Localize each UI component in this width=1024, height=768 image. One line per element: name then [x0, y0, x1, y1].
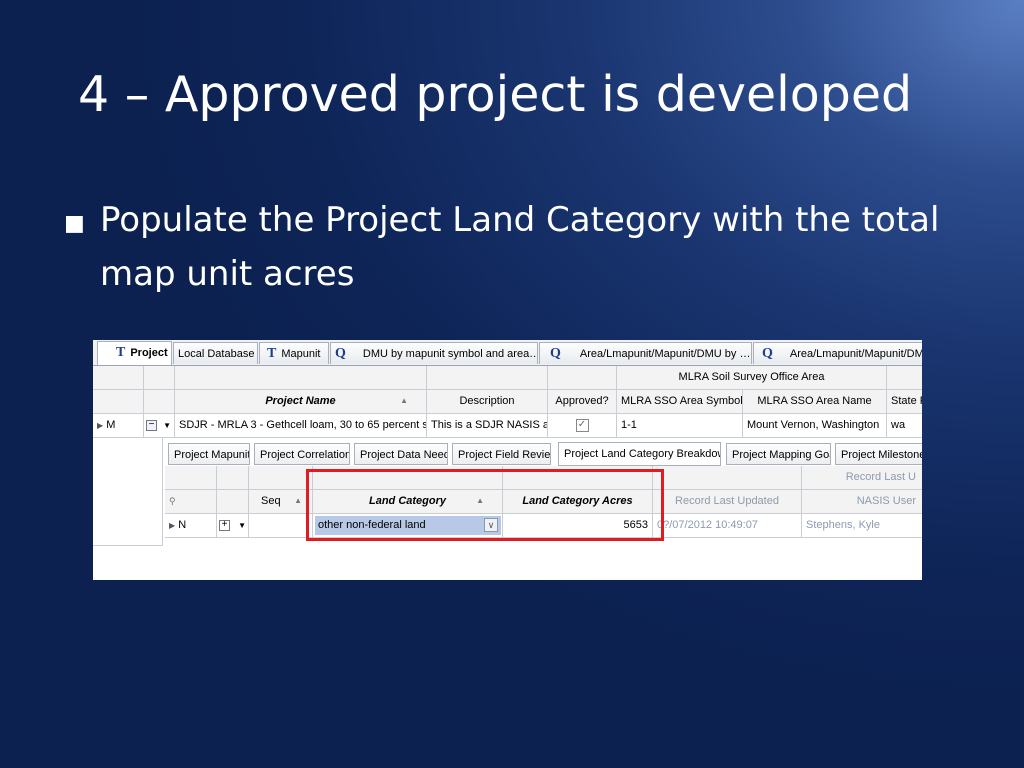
row-header-blank [93, 366, 144, 390]
column-header-state[interactable]: State F [887, 390, 922, 414]
subtab-project-data-need[interactable]: Project Data Need [354, 443, 448, 465]
slide-title: 4 – Approved project is developed [78, 66, 913, 123]
row-indicator-label: N [178, 519, 187, 531]
sort-ascending-icon: ▲ [294, 496, 302, 505]
row-indicator[interactable]: ▶ N [165, 514, 217, 538]
mlra-group-header: MLRA Soil Survey Office Area [617, 366, 887, 390]
tab-label: Area/Lmapunit/Mapunit/DMU [789, 348, 922, 360]
filter-cell[interactable]: ⚲ [165, 490, 217, 514]
subtab-project-mapunit[interactable]: Project Mapunit [168, 443, 250, 465]
subtab-project-correlation[interactable]: Project Correlation [254, 443, 350, 465]
column-header-area-name[interactable]: MLRA SSO Area Name [743, 390, 887, 414]
row-indicator-label: M [106, 419, 116, 431]
row-expander[interactable]: + ▼ [217, 514, 249, 538]
subtab-project-mapping-goal[interactable]: Project Mapping Goal [726, 443, 831, 465]
header-blank [548, 366, 617, 390]
row-header-blank [144, 366, 175, 390]
column-label: Project Name [265, 395, 336, 407]
cell-record-last-updated: 0?/07/2012 10:49:07 [653, 514, 802, 538]
tab-label: Local Database [178, 348, 255, 360]
sort-ascending-icon: ▲ [400, 396, 408, 405]
cell-area-name[interactable]: Mount Vernon, Washington [743, 414, 887, 438]
dropdown-arrow-icon[interactable]: ▼ [238, 521, 246, 530]
cell-description[interactable]: This is a SDJR NASIS at… [427, 414, 548, 438]
expand-icon[interactable]: + [219, 519, 230, 531]
tab-area-query-1[interactable]: Q Area/Lmapunit/Mapunit/DMU by … [539, 342, 752, 364]
column-header-project-name[interactable]: Project Name ▲ [175, 390, 427, 414]
tab-area-query-2[interactable]: Q Area/Lmapunit/Mapunit/DMU [753, 342, 922, 364]
column-header-approved[interactable]: Approved? [548, 390, 617, 414]
column-header-area-symbol[interactable]: MLRA SSO Area Symbol [617, 390, 743, 414]
table-icon: T [116, 345, 126, 360]
tab-label: DMU by mapunit symbol and area… [362, 348, 538, 360]
header-blank [217, 490, 249, 514]
cell-project-name[interactable]: SDJR - MRLA 3 - Gethcell loam, 30 to 65 … [175, 414, 427, 438]
cell-nasis-user: Stephens, Kyle [802, 514, 922, 538]
tab-project[interactable]: T Project [97, 341, 172, 365]
query-icon: Q [550, 346, 561, 361]
nasis-screenshot: T Project Local Database T Mapunit Q DMU by… [93, 340, 922, 580]
child-gutter [93, 438, 163, 546]
column-label: Seq [261, 495, 281, 507]
cell-state[interactable]: wa [887, 414, 922, 438]
cell-seq[interactable] [249, 514, 313, 538]
search-icon[interactable]: ⚲ [169, 496, 176, 506]
document-tab-bar: T Project Local Database T Mapunit Q DMU by… [93, 340, 922, 366]
dropdown-arrow-icon[interactable]: ▼ [163, 421, 171, 430]
header-blank [249, 466, 313, 490]
column-header-record-last-updated[interactable]: Record Last Updated [653, 490, 802, 514]
table-icon: T [267, 346, 277, 361]
tab-label: Project [130, 347, 168, 359]
row-expander[interactable]: − ▼ [144, 414, 175, 438]
row-header-blank [93, 390, 144, 414]
header-blank [653, 466, 802, 490]
subtab-project-field-review[interactable]: Project Field Review [452, 443, 551, 465]
collapse-icon[interactable]: − [146, 419, 157, 431]
header-blank [217, 466, 249, 490]
subtab-project-milestone[interactable]: Project Milestone [835, 443, 922, 465]
cell-area-symbol[interactable]: 1-1 [617, 414, 743, 438]
header-blank [165, 466, 217, 490]
column-header-seq[interactable]: Seq ▲ [249, 490, 313, 514]
checkbox-checked-icon[interactable]: ✓ [575, 418, 589, 432]
header-blank [887, 366, 922, 390]
row-arrow-icon: ▶ [97, 421, 104, 430]
square-bullet-icon: ■ [64, 211, 85, 236]
query-icon: Q [335, 346, 346, 361]
row-indicator[interactable]: ▶ M [93, 414, 144, 438]
tab-local-database[interactable]: Local Database [173, 342, 258, 364]
row-header-blank [144, 390, 175, 414]
header-blank [427, 366, 548, 390]
tab-dmu-query[interactable]: Q DMU by mapunit symbol and area… [330, 342, 538, 364]
bullet-text: Populate the Project Land Category with … [100, 200, 940, 294]
tab-mapunit[interactable]: T Mapunit [259, 342, 329, 364]
tab-label: Mapunit [281, 348, 321, 360]
subtab-land-category-breakdown[interactable]: Project Land Category Breakdown [558, 442, 721, 466]
header-blank [175, 366, 427, 390]
column-header-description[interactable]: Description [427, 390, 548, 414]
record-group-header: Record Last U [802, 466, 922, 490]
column-header-nasis-user[interactable]: NASIS User [802, 490, 922, 514]
row-arrow-icon: ▶ [169, 521, 176, 530]
cell-approved[interactable]: ✓ [548, 414, 617, 438]
highlight-box [306, 469, 664, 541]
tab-label: Area/Lmapunit/Mapunit/DMU by … [579, 348, 751, 360]
query-icon: Q [762, 346, 773, 361]
